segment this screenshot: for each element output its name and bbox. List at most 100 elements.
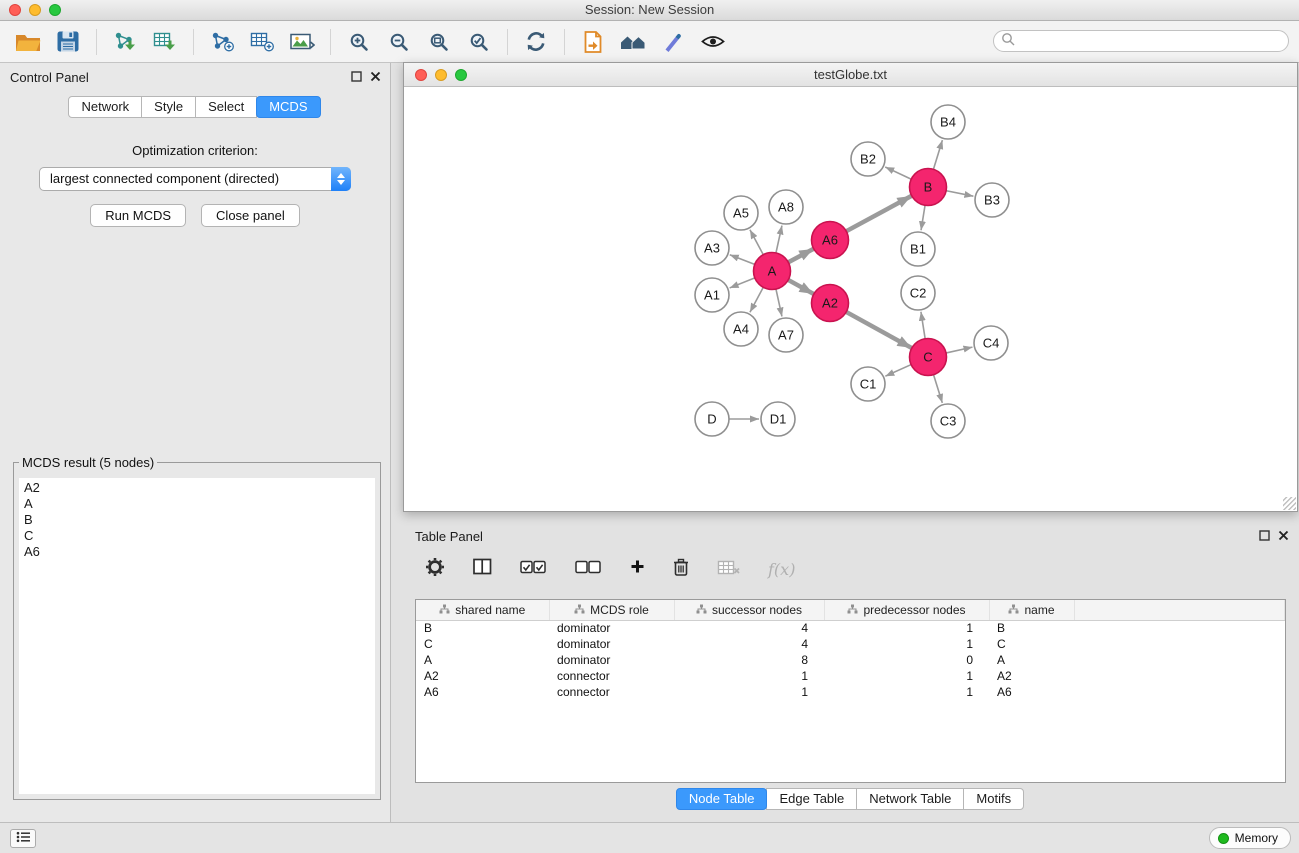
float-table-panel-icon[interactable] [1259, 529, 1270, 544]
column-header-shared-name[interactable]: shared name [416, 600, 549, 620]
column-header-successor-nodes[interactable]: successor nodes [674, 600, 824, 620]
cell-mcds-role[interactable]: dominator [549, 652, 674, 668]
network-window-titlebar[interactable]: testGlobe.txt [404, 63, 1297, 87]
close-panel-icon[interactable] [370, 70, 381, 85]
graph-edge-A-A8[interactable] [776, 226, 782, 254]
graph-node-A3[interactable]: A3 [695, 231, 729, 265]
graph-node-C1[interactable]: C1 [851, 367, 885, 401]
select-all-icon[interactable] [520, 560, 547, 579]
result-item[interactable]: A [24, 496, 370, 512]
graph-edge-C-C1[interactable] [885, 364, 912, 376]
cell-mcds-role[interactable]: dominator [549, 636, 674, 652]
tab-select[interactable]: Select [195, 96, 257, 118]
resize-grip[interactable] [1283, 497, 1296, 510]
graph-edge-A-A5[interactable] [750, 230, 764, 256]
graph-node-B2[interactable]: B2 [851, 142, 885, 176]
function-builder-icon[interactable]: f(x) [768, 560, 795, 579]
cell-shared-name[interactable]: A2 [416, 668, 549, 684]
search-input[interactable] [1019, 34, 1288, 48]
cell-name[interactable]: B [989, 620, 1074, 636]
deselect-all-icon[interactable] [575, 560, 602, 579]
cell-predecessor-nodes[interactable]: 1 [824, 620, 989, 636]
network-from-selection-icon[interactable] [202, 26, 242, 58]
cell-name[interactable]: A2 [989, 668, 1074, 684]
graph-edge-C-C4[interactable] [945, 347, 972, 353]
graph-edge-A-A2[interactable] [787, 279, 813, 293]
graph-edge-A-A1[interactable] [730, 277, 756, 287]
eye-icon[interactable] [693, 26, 733, 58]
tab-network-table[interactable]: Network Table [856, 788, 964, 810]
graph-node-A7[interactable]: A7 [769, 318, 803, 352]
columns-icon[interactable] [473, 558, 492, 580]
graph-node-D1[interactable]: D1 [761, 402, 795, 436]
tab-node-table[interactable]: Node Table [676, 788, 768, 810]
add-row-icon[interactable] [630, 559, 645, 579]
graph-node-B[interactable]: B [910, 169, 947, 206]
cell-name[interactable]: C [989, 636, 1074, 652]
graph-edge-B-B1[interactable] [921, 204, 925, 230]
network-minimize-icon[interactable] [435, 69, 447, 81]
cell-successor-nodes[interactable]: 1 [674, 668, 824, 684]
graph-node-B4[interactable]: B4 [931, 105, 965, 139]
column-header-mcds-role[interactable]: MCDS role [549, 600, 674, 620]
graph-node-A6[interactable]: A6 [812, 222, 849, 259]
column-header-predecessor-nodes[interactable]: predecessor nodes [824, 600, 989, 620]
table-row[interactable]: Cdominator41C [416, 636, 1285, 652]
tab-style[interactable]: Style [141, 96, 196, 118]
cell-shared-name[interactable]: A [416, 652, 549, 668]
home-icon[interactable] [613, 26, 653, 58]
style-icon[interactable] [653, 26, 693, 58]
graph-node-A[interactable]: A [754, 253, 791, 290]
run-mcds-button[interactable]: Run MCDS [90, 204, 186, 227]
tab-edge-table[interactable]: Edge Table [766, 788, 857, 810]
graph-edge-B-B2[interactable] [885, 167, 912, 180]
graph-node-D[interactable]: D [695, 402, 729, 436]
cell-mcds-role[interactable]: connector [549, 684, 674, 700]
result-item[interactable]: B [24, 512, 370, 528]
graph-node-C3[interactable]: C3 [931, 404, 965, 438]
cell-successor-nodes[interactable]: 1 [674, 684, 824, 700]
column-header-name[interactable]: name [989, 600, 1074, 620]
close-panel-button[interactable]: Close panel [201, 204, 300, 227]
graph-edge-B-B3[interactable] [945, 190, 973, 196]
minimize-window-icon[interactable] [29, 4, 41, 16]
graph-edge-B-B4[interactable] [933, 140, 942, 170]
tab-mcds[interactable]: MCDS [256, 96, 320, 118]
graph-edge-A-A3[interactable] [730, 255, 756, 265]
zoom-out-icon[interactable] [379, 26, 419, 58]
open-icon[interactable] [8, 26, 48, 58]
zoom-fit-icon[interactable] [419, 26, 459, 58]
cell-name[interactable]: A6 [989, 684, 1074, 700]
graph-node-A5[interactable]: A5 [724, 196, 758, 230]
import-network-icon[interactable] [105, 26, 145, 58]
memory-button[interactable]: Memory [1209, 827, 1291, 849]
table-row[interactable]: Bdominator41B [416, 620, 1285, 636]
zoom-selected-icon[interactable] [459, 26, 499, 58]
graph-node-A8[interactable]: A8 [769, 190, 803, 224]
graph-edge-A6-B[interactable] [845, 196, 911, 232]
table-row[interactable]: A2connector11A2 [416, 668, 1285, 684]
graph-edge-C-C2[interactable] [921, 312, 925, 340]
graph-edge-A-A6[interactable] [787, 249, 813, 263]
import-table-icon[interactable] [145, 26, 185, 58]
cell-predecessor-nodes[interactable]: 1 [824, 668, 989, 684]
cell-successor-nodes[interactable]: 4 [674, 636, 824, 652]
cell-shared-name[interactable]: B [416, 620, 549, 636]
cell-mcds-role[interactable]: connector [549, 668, 674, 684]
graph-node-A2[interactable]: A2 [812, 285, 849, 322]
graph-node-B1[interactable]: B1 [901, 232, 935, 266]
cell-name[interactable]: A [989, 652, 1074, 668]
table-row[interactable]: A6connector11A6 [416, 684, 1285, 700]
result-item[interactable]: A6 [24, 544, 370, 560]
task-history-button[interactable] [10, 829, 36, 848]
graph-node-C[interactable]: C [910, 339, 947, 376]
criterion-select[interactable]: largest connected component (directed) [39, 167, 351, 191]
mcds-result-list[interactable]: A2ABCA6 [19, 478, 375, 794]
new-table-icon[interactable] [242, 26, 282, 58]
close-table-panel-icon[interactable] [1278, 529, 1289, 544]
cell-predecessor-nodes[interactable]: 0 [824, 652, 989, 668]
float-panel-icon[interactable] [351, 70, 362, 85]
cell-shared-name[interactable]: A6 [416, 684, 549, 700]
network-zoom-icon[interactable] [455, 69, 467, 81]
search-box[interactable] [993, 30, 1289, 52]
